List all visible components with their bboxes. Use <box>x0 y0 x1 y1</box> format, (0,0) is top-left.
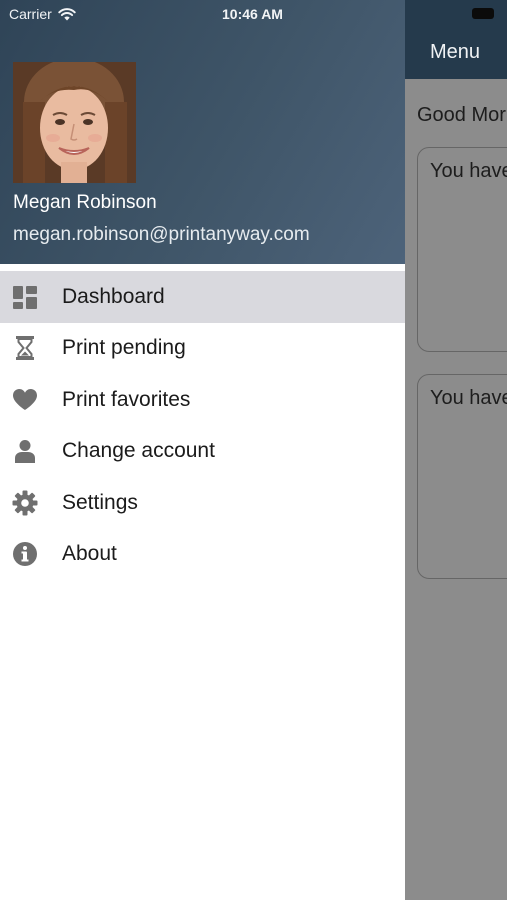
card-text: You have <box>430 387 507 409</box>
greeting-text: Good Mor <box>417 104 506 126</box>
hourglass-icon <box>12 335 38 361</box>
status-bar: Carrier 10:46 AM <box>0 0 405 28</box>
main-screen-overlay[interactable]: Menu Good Mor You have You have <box>405 0 507 900</box>
menu-item-settings[interactable]: Settings <box>0 477 405 529</box>
menu-item-label: About <box>62 542 117 566</box>
profile-header: Carrier 10:46 AM Megan Robinson megan.ro… <box>0 0 405 264</box>
clock: 10:46 AM <box>222 6 283 22</box>
menu-button[interactable]: Menu <box>430 41 480 64</box>
menu-item-dashboard[interactable]: Dashboard <box>0 271 405 323</box>
menu-item-label: Dashboard <box>62 284 165 308</box>
battery-icon <box>472 8 494 19</box>
user-icon <box>12 438 38 464</box>
profile-email: megan.robinson@printanyway.com <box>13 224 310 245</box>
dashboard-card[interactable]: You have <box>417 147 507 352</box>
menu-item-label: Print favorites <box>62 387 191 411</box>
info-icon <box>12 541 38 567</box>
gear-icon <box>12 490 38 516</box>
avatar <box>13 62 136 183</box>
navigation-bar: Menu <box>405 0 507 79</box>
heart-icon <box>12 387 38 413</box>
menu-item-label: Settings <box>62 490 138 514</box>
dashboard-icon <box>12 284 38 310</box>
profile-name: Megan Robinson <box>13 192 157 213</box>
card-text: You have <box>430 160 507 182</box>
side-drawer: Carrier 10:46 AM Megan Robinson megan.ro… <box>0 0 405 900</box>
menu-item-change-account[interactable]: Change account <box>0 426 405 478</box>
drawer-menu: Dashboard Print pending Print favorites <box>0 271 405 580</box>
menu-item-about[interactable]: About <box>0 529 405 581</box>
menu-item-label: Print pending <box>62 336 186 360</box>
menu-item-label: Change account <box>62 439 215 463</box>
menu-item-print-pending[interactable]: Print pending <box>0 323 405 375</box>
dashboard-card[interactable]: You have <box>417 374 507 579</box>
menu-item-print-favorites[interactable]: Print favorites <box>0 374 405 426</box>
